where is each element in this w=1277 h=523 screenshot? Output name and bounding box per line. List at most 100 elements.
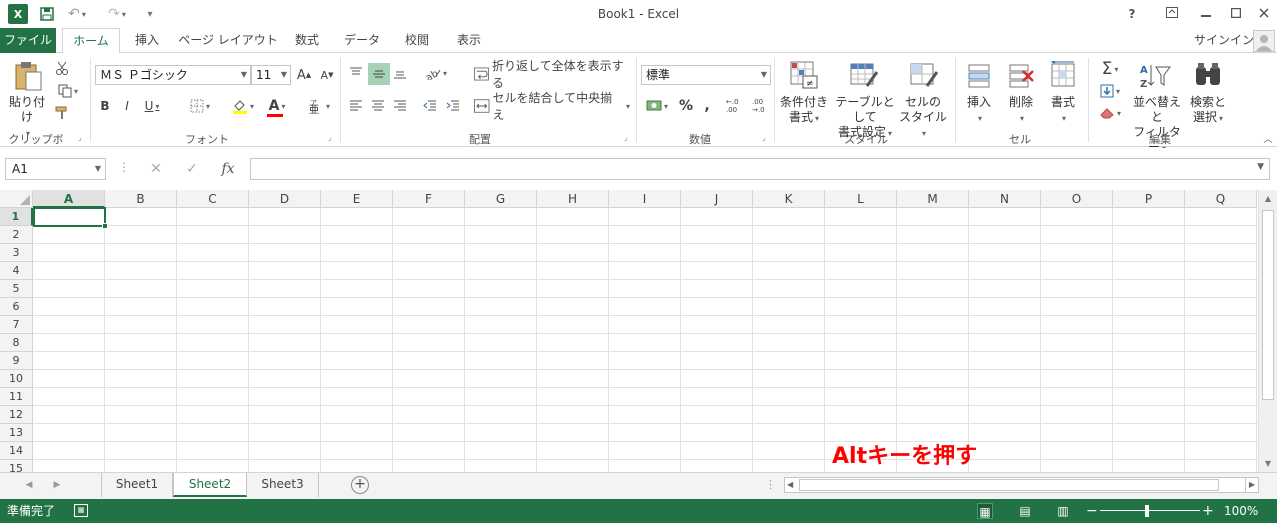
accounting-format-icon[interactable]: ▾ bbox=[641, 95, 673, 117]
redo-icon[interactable]: ↷ ▾ bbox=[106, 4, 128, 24]
vertical-scroll-thumb[interactable] bbox=[1262, 210, 1274, 400]
insert-cells-icon[interactable] bbox=[962, 57, 996, 93]
page-break-preview-icon[interactable]: ▥ bbox=[1055, 503, 1071, 519]
align-right-icon[interactable] bbox=[390, 96, 410, 116]
sort-filter-icon[interactable]: AZ bbox=[1138, 57, 1174, 93]
bold-button[interactable]: B bbox=[96, 96, 114, 116]
expand-formula-bar-icon[interactable]: ▼ bbox=[1257, 162, 1264, 172]
scroll-down-icon[interactable]: ▼ bbox=[1261, 458, 1275, 470]
collapse-ribbon-icon[interactable]: ︿ bbox=[1262, 131, 1274, 145]
formula-bar-splitter-icon[interactable]: ⋮ bbox=[118, 160, 130, 174]
insert-function-icon[interactable]: fx bbox=[214, 158, 242, 180]
font-launcher-icon[interactable]: ⌟ bbox=[328, 133, 338, 143]
excel-app-icon[interactable]: X bbox=[8, 4, 28, 24]
column-header-m[interactable]: M bbox=[897, 190, 969, 208]
conditional-formatting-button[interactable]: 条件付き 書式 ▾ bbox=[778, 95, 830, 126]
row-header-15[interactable]: 15 bbox=[0, 460, 33, 472]
font-color-button[interactable]: A ▾ bbox=[261, 95, 293, 117]
align-top-icon[interactable] bbox=[346, 63, 366, 83]
column-header-q[interactable]: Q bbox=[1185, 190, 1257, 208]
macro-record-icon[interactable]: ▦ bbox=[74, 504, 88, 517]
scroll-right-icon[interactable]: ▶ bbox=[1245, 477, 1259, 493]
next-sheet-icon[interactable]: ▶ bbox=[50, 478, 64, 492]
scroll-up-icon[interactable]: ▲ bbox=[1261, 192, 1275, 206]
prev-sheet-icon[interactable]: ◀ bbox=[22, 478, 36, 492]
zoom-out-icon[interactable]: − bbox=[1086, 499, 1098, 523]
wrap-text-button[interactable]: 折り返して全体を表示する bbox=[474, 59, 626, 90]
sheet-tab-sheet1[interactable]: Sheet1 bbox=[101, 473, 173, 497]
clipboard-launcher-icon[interactable]: ⌟ bbox=[78, 133, 88, 143]
sheet-tab-sheet3[interactable]: Sheet3 bbox=[247, 473, 319, 497]
underline-button[interactable]: U ▾ bbox=[138, 96, 166, 116]
fill-handle[interactable] bbox=[102, 223, 108, 229]
tab-view[interactable]: 表示 bbox=[448, 28, 490, 53]
zoom-in-icon[interactable]: + bbox=[1202, 499, 1214, 523]
comma-style-button[interactable]: , bbox=[699, 95, 715, 117]
font-family-select[interactable]: ＭＳ Ｐゴシック ▼ bbox=[95, 65, 251, 85]
column-header-g[interactable]: G bbox=[465, 190, 537, 208]
fill-color-button[interactable]: ▾ bbox=[226, 95, 260, 117]
horizontal-scrollbar[interactable]: ◀ bbox=[784, 477, 1258, 493]
column-header-o[interactable]: O bbox=[1041, 190, 1113, 208]
borders-button[interactable]: ▾ bbox=[183, 96, 217, 116]
format-as-table-icon[interactable] bbox=[846, 57, 882, 93]
format-painter-icon[interactable] bbox=[52, 104, 72, 122]
user-avatar[interactable] bbox=[1253, 30, 1275, 52]
cell-area[interactable] bbox=[33, 208, 1258, 472]
number-launcher-icon[interactable]: ⌟ bbox=[762, 133, 772, 143]
column-header-k[interactable]: K bbox=[753, 190, 825, 208]
tab-formulas[interactable]: 数式 bbox=[284, 28, 330, 53]
add-sheet-icon[interactable]: + bbox=[351, 476, 369, 494]
name-box[interactable]: A1 ▼ bbox=[5, 158, 106, 180]
close-icon[interactable] bbox=[1254, 4, 1274, 24]
increase-decimal-button[interactable]: ←.0 .00 bbox=[726, 95, 750, 117]
row-header-14[interactable]: 14 bbox=[0, 442, 33, 460]
save-icon[interactable] bbox=[38, 4, 56, 24]
align-bottom-icon[interactable] bbox=[390, 63, 410, 83]
row-header-8[interactable]: 8 bbox=[0, 334, 33, 352]
column-header-j[interactable]: J bbox=[681, 190, 753, 208]
column-header-a[interactable]: A bbox=[33, 190, 105, 208]
undo-icon[interactable]: ↶ ▾ bbox=[66, 4, 88, 24]
zoom-slider-thumb[interactable] bbox=[1145, 505, 1149, 517]
column-header-l[interactable]: L bbox=[825, 190, 897, 208]
column-header-n[interactable]: N bbox=[969, 190, 1041, 208]
conditional-formatting-icon[interactable]: ≠ bbox=[786, 57, 822, 93]
column-header-e[interactable]: E bbox=[321, 190, 393, 208]
align-left-icon[interactable] bbox=[346, 96, 366, 116]
page-layout-view-icon[interactable]: ▤ bbox=[1017, 503, 1033, 519]
help-button[interactable]: ? bbox=[1122, 4, 1142, 24]
row-header-12[interactable]: 12 bbox=[0, 406, 33, 424]
row-header-2[interactable]: 2 bbox=[0, 226, 33, 244]
tab-insert[interactable]: 挿入 bbox=[124, 28, 170, 53]
clear-button[interactable]: ▾ bbox=[1094, 103, 1126, 123]
minimize-icon[interactable] bbox=[1196, 4, 1216, 24]
tab-home[interactable]: ホーム bbox=[62, 28, 120, 54]
vertical-scrollbar[interactable]: ▲ ▼ bbox=[1258, 190, 1277, 472]
tab-data[interactable]: データ bbox=[338, 28, 386, 53]
selected-cell[interactable] bbox=[33, 207, 106, 227]
column-header-f[interactable]: F bbox=[393, 190, 465, 208]
phonetic-guide-icon[interactable]: ア亜 ▾ bbox=[304, 95, 334, 117]
font-size-select[interactable]: 11 ▼ bbox=[251, 65, 291, 85]
align-middle-icon[interactable] bbox=[368, 63, 390, 85]
scroll-left-icon[interactable]: ◀ bbox=[787, 478, 793, 492]
tab-file[interactable]: ファイル bbox=[0, 28, 56, 53]
maximize-icon[interactable] bbox=[1226, 4, 1246, 24]
row-header-1[interactable]: 1 bbox=[0, 208, 33, 226]
zoom-level[interactable]: 100% bbox=[1224, 499, 1258, 523]
insert-cells-button[interactable]: 挿入 ▾ bbox=[960, 95, 998, 126]
column-header-p[interactable]: P bbox=[1113, 190, 1185, 208]
cancel-entry-icon[interactable]: ✕ bbox=[142, 158, 170, 180]
autosum-button[interactable]: Σ ▾ bbox=[1094, 59, 1126, 79]
percent-style-button[interactable]: % bbox=[676, 95, 696, 117]
row-header-3[interactable]: 3 bbox=[0, 244, 33, 262]
confirm-entry-icon[interactable]: ✓ bbox=[178, 158, 206, 180]
align-center-icon[interactable] bbox=[368, 96, 388, 116]
italic-button[interactable]: I bbox=[118, 96, 136, 116]
format-cells-icon[interactable] bbox=[1046, 57, 1080, 93]
delete-cells-icon[interactable] bbox=[1004, 57, 1038, 93]
decrease-font-size-button[interactable]: A ▼ bbox=[317, 65, 337, 85]
signin-link[interactable]: サインイン bbox=[1194, 28, 1254, 52]
row-header-7[interactable]: 7 bbox=[0, 316, 33, 334]
